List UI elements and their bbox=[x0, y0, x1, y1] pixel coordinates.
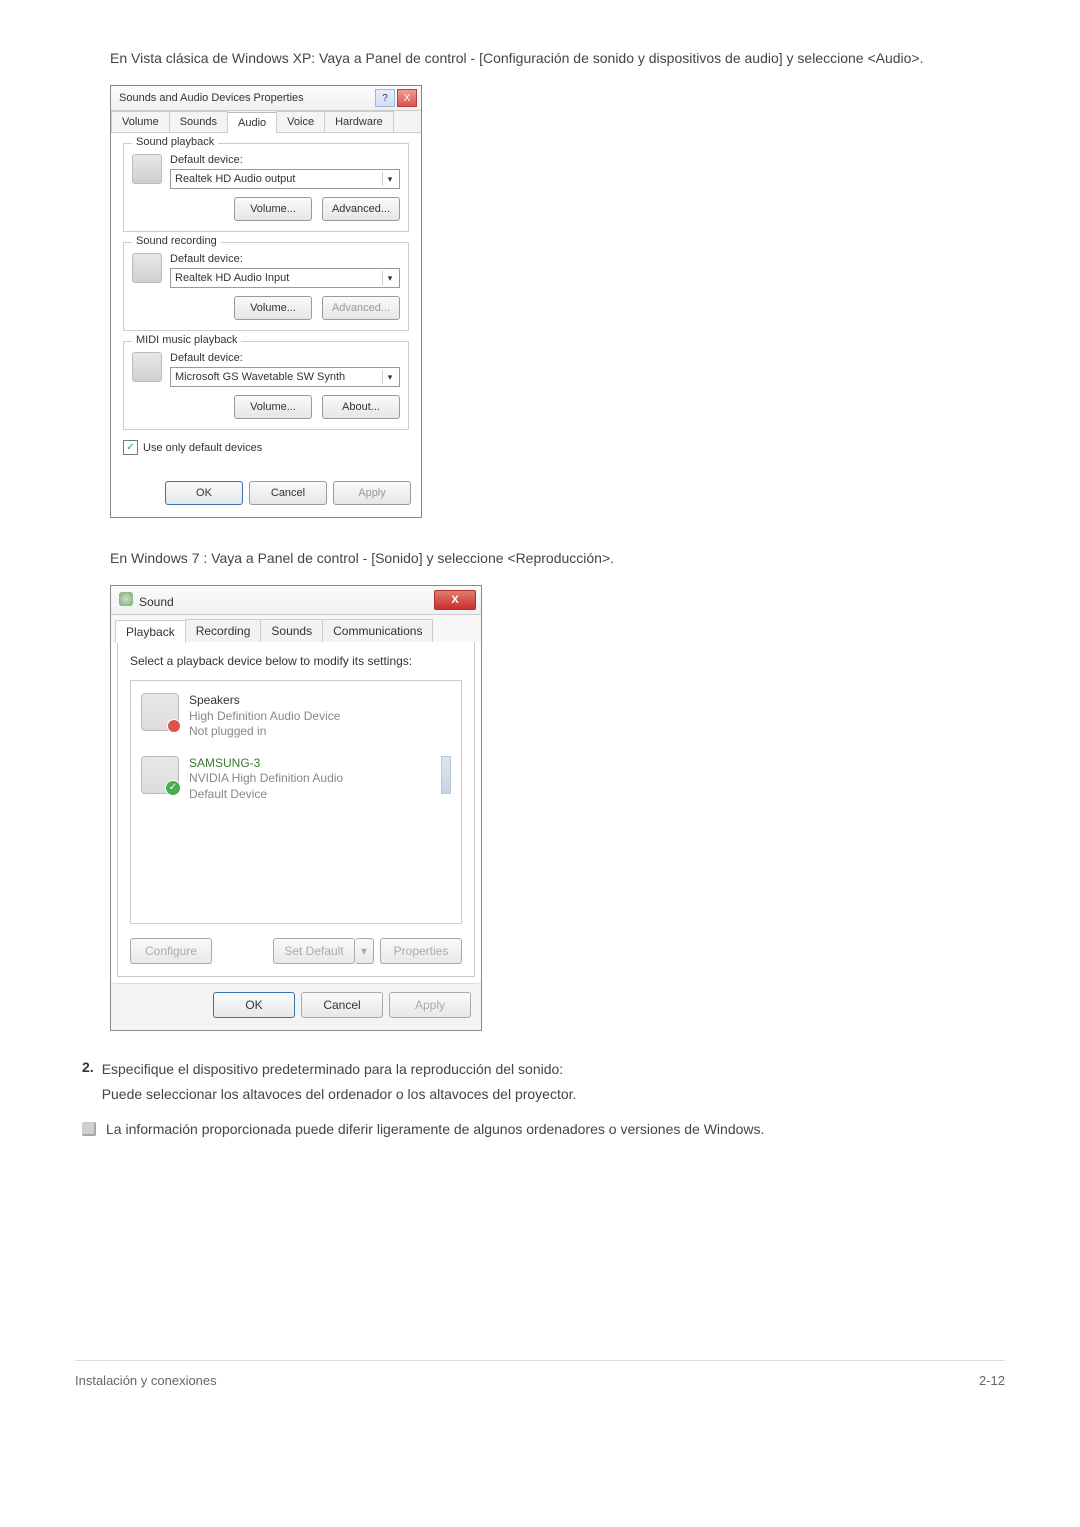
midi-icon bbox=[132, 352, 162, 382]
chevron-down-icon: ▾ bbox=[382, 370, 397, 384]
step2-line2: Puede seleccionar los altavoces del orde… bbox=[102, 1084, 577, 1105]
footer-right: 2-12 bbox=[979, 1373, 1005, 1388]
midi-device-select[interactable]: Microsoft GS Wavetable SW Synth ▾ bbox=[170, 367, 400, 387]
w7-instruction: Select a playback device below to modify… bbox=[130, 654, 462, 668]
unplugged-badge-icon bbox=[167, 719, 181, 733]
intro-xp: En Vista clásica de Windows XP: Vaya a P… bbox=[110, 48, 1000, 69]
w7-tabs: Playback Recording Sounds Communications bbox=[111, 615, 481, 642]
xp-dialog: Sounds and Audio Devices Properties ? X … bbox=[110, 85, 422, 518]
speakers-icon bbox=[141, 693, 179, 731]
w7-titlebar: Sound X bbox=[111, 586, 481, 615]
dev1-name: Speakers bbox=[189, 693, 340, 709]
dev2-name: SAMSUNG-3 bbox=[189, 756, 343, 772]
midi-about-button[interactable]: About... bbox=[322, 395, 400, 419]
w7-ok-button[interactable]: OK bbox=[213, 992, 295, 1018]
group-sound-playback: Sound playback Default device: Realtek H… bbox=[123, 143, 409, 232]
tab-recording[interactable]: Recording bbox=[185, 619, 262, 642]
dev2-status: Default Device bbox=[189, 787, 343, 803]
w7-dialog: Sound X Playback Recording Sounds Commun… bbox=[110, 585, 482, 1031]
speaker-icon bbox=[132, 154, 162, 184]
midi-volume-button[interactable]: Volume... bbox=[234, 395, 312, 419]
recording-label: Default device: bbox=[170, 253, 400, 265]
tab-voice[interactable]: Voice bbox=[276, 111, 325, 132]
note-text: La información proporcionada puede difer… bbox=[106, 1119, 764, 1140]
xp-title: Sounds and Audio Devices Properties bbox=[119, 92, 304, 104]
playback-device-select[interactable]: Realtek HD Audio output ▾ bbox=[170, 169, 400, 189]
device-list[interactable]: Speakers High Definition Audio Device No… bbox=[130, 680, 462, 924]
page-footer: Instalación y conexiones 2-12 bbox=[75, 1360, 1005, 1418]
help-icon[interactable]: ? bbox=[375, 89, 395, 107]
tab-communications[interactable]: Communications bbox=[322, 619, 433, 642]
properties-button: Properties bbox=[380, 938, 462, 964]
recording-device-value: Realtek HD Audio Input bbox=[175, 272, 289, 284]
close-icon[interactable]: X bbox=[434, 590, 476, 610]
step-number: 2. bbox=[82, 1059, 94, 1105]
w7-title: Sound bbox=[139, 595, 174, 609]
chevron-down-icon: ▾ bbox=[382, 271, 397, 285]
tab-volume[interactable]: Volume bbox=[111, 111, 170, 132]
monitor-icon: ✓ bbox=[141, 756, 179, 794]
xp-apply-button: Apply bbox=[333, 481, 411, 505]
legend-recording: Sound recording bbox=[132, 235, 221, 247]
xp-cancel-button[interactable]: Cancel bbox=[249, 481, 327, 505]
note-icon bbox=[82, 1122, 96, 1136]
chevron-down-icon: ▾ bbox=[382, 172, 397, 186]
group-midi: MIDI music playback Default device: Micr… bbox=[123, 341, 409, 430]
configure-button: Configure bbox=[130, 938, 212, 964]
midi-label: Default device: bbox=[170, 352, 400, 364]
device-item-samsung[interactable]: ✓ SAMSUNG-3 NVIDIA High Definition Audio… bbox=[137, 750, 455, 813]
device-item-speakers[interactable]: Speakers High Definition Audio Device No… bbox=[137, 687, 455, 750]
tab-hardware[interactable]: Hardware bbox=[324, 111, 394, 132]
tab-sounds-w7[interactable]: Sounds bbox=[260, 619, 323, 642]
close-icon[interactable]: X bbox=[397, 89, 417, 107]
playback-device-value: Realtek HD Audio output bbox=[175, 173, 295, 185]
chevron-down-icon: ▾ bbox=[361, 944, 367, 958]
dev2-line2: NVIDIA High Definition Audio bbox=[189, 771, 343, 787]
microphone-icon bbox=[132, 253, 162, 283]
set-default-dropdown: ▾ bbox=[355, 938, 374, 964]
xp-titlebar: Sounds and Audio Devices Properties ? X bbox=[111, 86, 421, 111]
step2-line1: Especifique el dispositivo predeterminad… bbox=[102, 1059, 577, 1080]
sound-icon bbox=[119, 592, 133, 606]
use-default-label: Use only default devices bbox=[143, 442, 262, 454]
w7-apply-button: Apply bbox=[389, 992, 471, 1018]
playback-advanced-button[interactable]: Advanced... bbox=[322, 197, 400, 221]
playback-volume-button[interactable]: Volume... bbox=[234, 197, 312, 221]
set-default-button: Set Default bbox=[273, 938, 355, 964]
midi-device-value: Microsoft GS Wavetable SW Synth bbox=[175, 371, 345, 383]
legend-playback: Sound playback bbox=[132, 136, 218, 148]
dev1-status: Not plugged in bbox=[189, 724, 340, 740]
tab-playback[interactable]: Playback bbox=[115, 620, 186, 643]
tab-audio[interactable]: Audio bbox=[227, 112, 277, 133]
w7-cancel-button[interactable]: Cancel bbox=[301, 992, 383, 1018]
playback-label: Default device: bbox=[170, 154, 400, 166]
dev1-line2: High Definition Audio Device bbox=[189, 709, 340, 725]
checkbox-icon: ✓ bbox=[123, 440, 138, 455]
level-meter-icon bbox=[441, 756, 451, 794]
recording-volume-button[interactable]: Volume... bbox=[234, 296, 312, 320]
tab-sounds[interactable]: Sounds bbox=[169, 111, 228, 132]
default-badge-icon: ✓ bbox=[165, 780, 181, 796]
use-default-checkbox[interactable]: ✓ Use only default devices bbox=[123, 440, 409, 455]
xp-tabs: Volume Sounds Audio Voice Hardware bbox=[111, 111, 421, 133]
footer-left: Instalación y conexiones bbox=[75, 1373, 217, 1388]
intro-w7: En Windows 7 : Vaya a Panel de control -… bbox=[110, 548, 1000, 569]
recording-advanced-button: Advanced... bbox=[322, 296, 400, 320]
recording-device-select[interactable]: Realtek HD Audio Input ▾ bbox=[170, 268, 400, 288]
group-sound-recording: Sound recording Default device: Realtek … bbox=[123, 242, 409, 331]
xp-ok-button[interactable]: OK bbox=[165, 481, 243, 505]
legend-midi: MIDI music playback bbox=[132, 334, 241, 346]
